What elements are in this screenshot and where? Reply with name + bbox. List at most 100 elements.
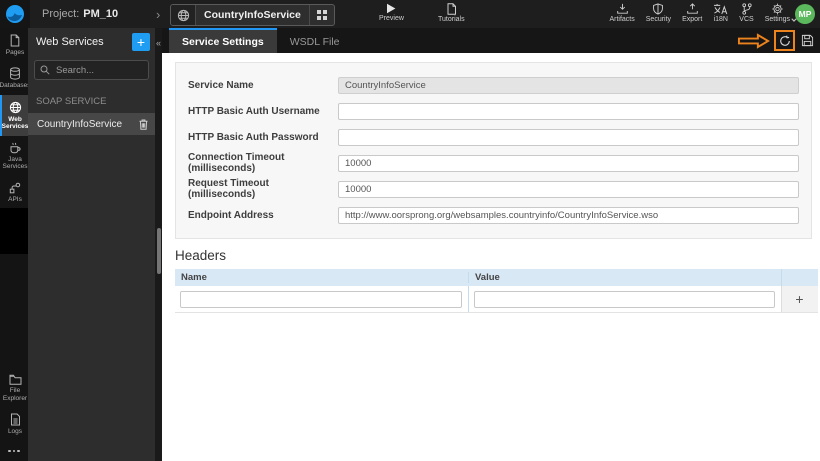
soap-service-section-label: SOAP SERVICE [36, 96, 107, 107]
form-row: Connection Timeout (milliseconds) [188, 150, 799, 176]
i18n-label: i18N [713, 16, 728, 23]
column-header-actions [781, 269, 818, 286]
refresh-service-button[interactable] [774, 30, 795, 51]
service-name-input[interactable] [338, 76, 799, 94]
headers-table-header: Name Value [175, 269, 818, 286]
project-breadcrumb[interactable]: Project: PM_10 [42, 0, 118, 28]
download-icon [616, 3, 628, 14]
sidebar-item-java-services[interactable]: Java Services [0, 136, 28, 176]
service-settings-form: Service Name HTTP Basic Auth Username HT… [175, 62, 812, 239]
service-search[interactable] [34, 60, 149, 80]
panel-edge-strip: « [155, 28, 162, 461]
field-label: HTTP Basic Auth Password [188, 131, 319, 143]
refresh-icon [779, 35, 790, 46]
service-list-item[interactable]: CountryInfoService [28, 113, 155, 135]
vcs-button[interactable]: VCS [739, 3, 797, 23]
panel-header: Web Services + [28, 28, 155, 56]
i18n-button[interactable]: i18N [713, 3, 728, 23]
sidebar-item-web-services[interactable]: Web Services [0, 94, 28, 136]
headers-table-row: + [175, 286, 818, 313]
main-area: Service Settings WSDL File Service Name … [162, 28, 820, 461]
field-label: Service Name [188, 79, 254, 91]
column-header-value: Value [468, 272, 781, 283]
tutorials-doc-icon [447, 3, 456, 15]
save-button[interactable] [799, 32, 815, 49]
service-settings-content: Service Name HTTP Basic Auth Username HT… [162, 53, 820, 461]
preview-button[interactable]: Preview [379, 3, 404, 22]
wavemaker-logo[interactable] [0, 0, 30, 28]
request-timeout-input[interactable] [338, 180, 799, 198]
logs-icon [10, 413, 20, 426]
sidebar-item-pages[interactable]: Pages [0, 28, 28, 61]
search-icon [40, 65, 50, 75]
export-button[interactable]: Export [682, 3, 797, 23]
sidebar-item-file-explorer[interactable]: File Explorer [0, 368, 28, 407]
annotation-arrow [737, 32, 770, 49]
tutorials-button[interactable]: Tutorials [438, 3, 465, 23]
artifacts-button[interactable]: Artifacts [609, 3, 635, 23]
branch-icon [741, 3, 752, 15]
connection-timeout-input[interactable] [338, 154, 799, 172]
headers-section-title: Headers [175, 248, 227, 263]
collapse-panel-icon[interactable]: « [155, 35, 162, 51]
basic-auth-username-input[interactable] [338, 102, 799, 120]
service-chip-label: CountryInfoService [204, 9, 301, 21]
project-name: PM_10 [83, 8, 119, 20]
service-breadcrumb-chip[interactable]: CountryInfoService [170, 4, 335, 26]
top-bar: Project: PM_10 › CountryInfoService Prev… [0, 0, 820, 28]
globe-icon [171, 5, 196, 25]
grid-icon[interactable] [308, 5, 334, 25]
search-input[interactable] [54, 63, 143, 77]
chevron-right-icon: › [156, 6, 161, 22]
sidebar-divider [0, 208, 28, 255]
save-floppy-icon [801, 34, 813, 47]
basic-auth-password-input[interactable] [338, 128, 799, 146]
pages-icon [10, 34, 20, 47]
file-explorer-folder-icon [9, 374, 21, 385]
project-label: Project: [42, 8, 80, 20]
field-label: Connection Timeout (milliseconds) [188, 152, 285, 174]
settings-label: Settings [764, 16, 790, 23]
security-label: Security [645, 16, 672, 23]
sidebar-item-logs[interactable]: Logs [0, 407, 28, 440]
headers-table: Name Value + [175, 269, 818, 313]
tab-wsdl-file[interactable]: WSDL File [277, 28, 353, 53]
i18n-translate-icon [714, 4, 728, 15]
preview-label: Preview [379, 15, 404, 22]
column-header-name: Name [181, 272, 207, 283]
form-row: HTTP Basic Auth Password [188, 124, 799, 150]
header-name-input[interactable] [180, 290, 462, 308]
apis-icon [9, 182, 21, 194]
left-sidebar: Pages Databases Web Services Java Servic… [0, 28, 31, 461]
endpoint-address-input[interactable] [338, 206, 799, 224]
sidebar-item-databases[interactable]: Databases [0, 61, 31, 94]
wavemaker-logo-icon [6, 5, 24, 23]
tutorials-label: Tutorials [438, 16, 465, 23]
web-services-globe-icon [9, 101, 21, 114]
artifacts-label: Artifacts [609, 16, 635, 23]
sidebar-item-apis[interactable]: APIs [0, 176, 28, 208]
gear-icon [772, 3, 783, 15]
field-label: HTTP Basic Auth Username [188, 105, 320, 117]
more-options-icon[interactable] [0, 441, 28, 461]
form-row: HTTP Basic Auth Username [188, 98, 799, 124]
header-value-input[interactable] [474, 290, 775, 308]
vcs-label: VCS [739, 16, 754, 23]
play-icon [387, 3, 396, 14]
form-row: Endpoint Address [188, 202, 799, 228]
databases-icon [10, 67, 20, 81]
field-label: Request Timeout (milliseconds) [188, 178, 269, 200]
trash-icon[interactable] [139, 119, 148, 130]
app-window: Project: PM_10 › CountryInfoService Prev… [0, 0, 820, 461]
scrollbar-thumb[interactable] [156, 228, 161, 274]
tab-service-settings[interactable]: Service Settings [169, 28, 277, 53]
add-header-button[interactable]: + [781, 286, 818, 312]
settings-button[interactable]: Settings [764, 3, 797, 23]
tab-actions [737, 28, 820, 53]
upload-icon [686, 3, 698, 14]
add-service-button[interactable]: + [132, 33, 150, 51]
security-button[interactable]: Security [646, 3, 671, 23]
form-row: Service Name [188, 72, 799, 98]
export-label: Export [682, 16, 703, 23]
user-avatar[interactable]: MP [795, 4, 815, 24]
